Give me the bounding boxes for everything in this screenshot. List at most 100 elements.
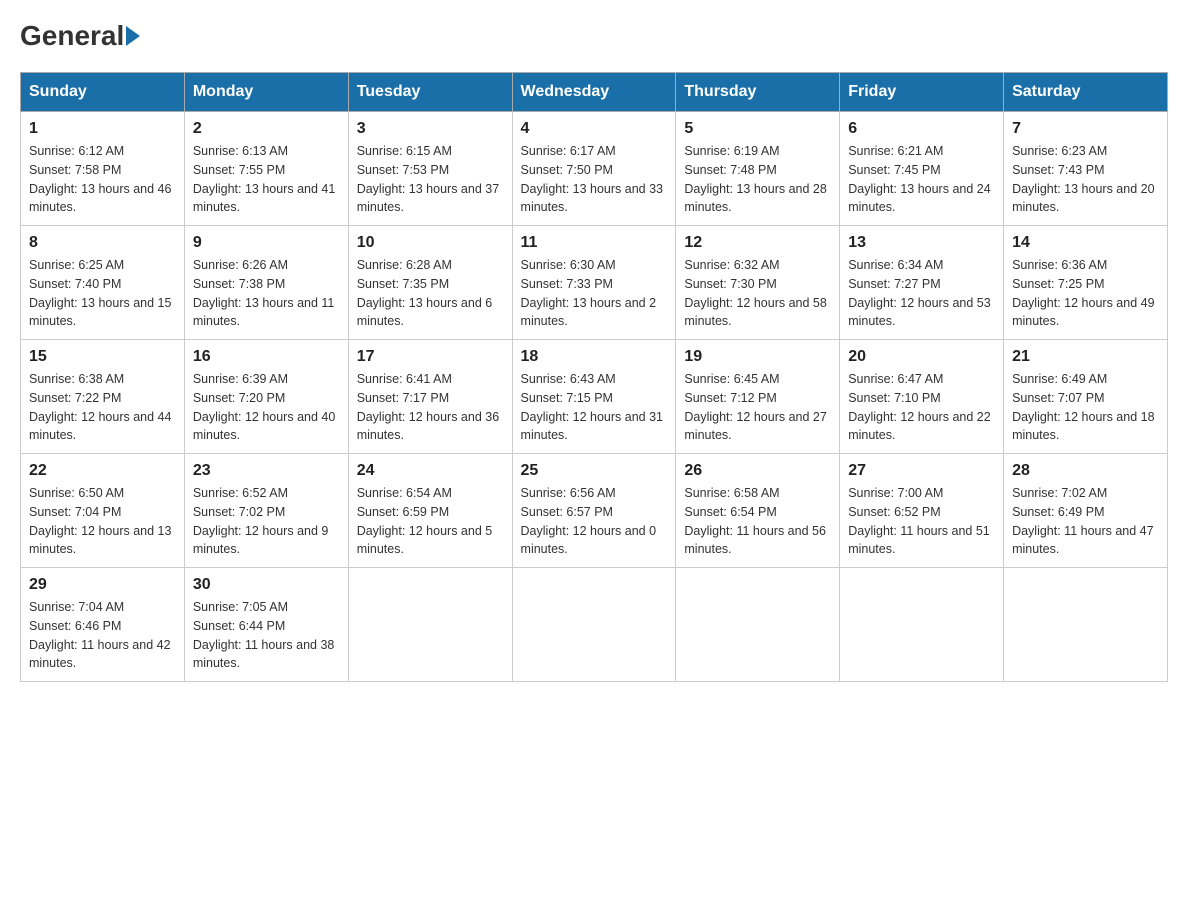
calendar-cell: 19 Sunrise: 6:45 AM Sunset: 7:12 PM Dayl…	[676, 340, 840, 454]
calendar-cell	[676, 568, 840, 682]
calendar-cell: 12 Sunrise: 6:32 AM Sunset: 7:30 PM Dayl…	[676, 226, 840, 340]
calendar-cell: 20 Sunrise: 6:47 AM Sunset: 7:10 PM Dayl…	[840, 340, 1004, 454]
day-info: Sunrise: 6:32 AM Sunset: 7:30 PM Dayligh…	[684, 256, 831, 331]
calendar-cell: 28 Sunrise: 7:02 AM Sunset: 6:49 PM Dayl…	[1004, 454, 1168, 568]
header-day-friday: Friday	[840, 73, 1004, 112]
calendar-cell: 16 Sunrise: 6:39 AM Sunset: 7:20 PM Dayl…	[184, 340, 348, 454]
day-info: Sunrise: 6:28 AM Sunset: 7:35 PM Dayligh…	[357, 256, 504, 331]
calendar-cell: 4 Sunrise: 6:17 AM Sunset: 7:50 PM Dayli…	[512, 112, 676, 226]
day-number: 2	[193, 120, 340, 138]
calendar-cell: 18 Sunrise: 6:43 AM Sunset: 7:15 PM Dayl…	[512, 340, 676, 454]
calendar-cell: 24 Sunrise: 6:54 AM Sunset: 6:59 PM Dayl…	[348, 454, 512, 568]
calendar-cell: 17 Sunrise: 6:41 AM Sunset: 7:17 PM Dayl…	[348, 340, 512, 454]
week-row-3: 15 Sunrise: 6:38 AM Sunset: 7:22 PM Dayl…	[21, 340, 1168, 454]
day-number: 15	[29, 348, 176, 366]
calendar-cell	[348, 568, 512, 682]
day-info: Sunrise: 6:52 AM Sunset: 7:02 PM Dayligh…	[193, 484, 340, 559]
day-number: 25	[521, 462, 668, 480]
day-info: Sunrise: 6:34 AM Sunset: 7:27 PM Dayligh…	[848, 256, 995, 331]
day-info: Sunrise: 6:50 AM Sunset: 7:04 PM Dayligh…	[29, 484, 176, 559]
calendar-cell: 22 Sunrise: 6:50 AM Sunset: 7:04 PM Dayl…	[21, 454, 185, 568]
week-row-5: 29 Sunrise: 7:04 AM Sunset: 6:46 PM Dayl…	[21, 568, 1168, 682]
day-info: Sunrise: 7:05 AM Sunset: 6:44 PM Dayligh…	[193, 598, 340, 673]
day-number: 23	[193, 462, 340, 480]
day-number: 17	[357, 348, 504, 366]
day-info: Sunrise: 6:36 AM Sunset: 7:25 PM Dayligh…	[1012, 256, 1159, 331]
header-row: SundayMondayTuesdayWednesdayThursdayFrid…	[21, 73, 1168, 112]
logo: General	[20, 20, 142, 52]
day-info: Sunrise: 6:23 AM Sunset: 7:43 PM Dayligh…	[1012, 142, 1159, 217]
calendar-cell: 21 Sunrise: 6:49 AM Sunset: 7:07 PM Dayl…	[1004, 340, 1168, 454]
header-day-wednesday: Wednesday	[512, 73, 676, 112]
day-info: Sunrise: 6:13 AM Sunset: 7:55 PM Dayligh…	[193, 142, 340, 217]
day-number: 16	[193, 348, 340, 366]
day-info: Sunrise: 6:43 AM Sunset: 7:15 PM Dayligh…	[521, 370, 668, 445]
calendar-cell: 1 Sunrise: 6:12 AM Sunset: 7:58 PM Dayli…	[21, 112, 185, 226]
day-number: 6	[848, 120, 995, 138]
day-number: 20	[848, 348, 995, 366]
week-row-4: 22 Sunrise: 6:50 AM Sunset: 7:04 PM Dayl…	[21, 454, 1168, 568]
day-number: 26	[684, 462, 831, 480]
week-row-2: 8 Sunrise: 6:25 AM Sunset: 7:40 PM Dayli…	[21, 226, 1168, 340]
day-info: Sunrise: 6:56 AM Sunset: 6:57 PM Dayligh…	[521, 484, 668, 559]
calendar-cell	[512, 568, 676, 682]
header-day-monday: Monday	[184, 73, 348, 112]
calendar-cell: 13 Sunrise: 6:34 AM Sunset: 7:27 PM Dayl…	[840, 226, 1004, 340]
day-info: Sunrise: 6:19 AM Sunset: 7:48 PM Dayligh…	[684, 142, 831, 217]
calendar-table: SundayMondayTuesdayWednesdayThursdayFrid…	[20, 72, 1168, 682]
header-day-sunday: Sunday	[21, 73, 185, 112]
calendar-body: 1 Sunrise: 6:12 AM Sunset: 7:58 PM Dayli…	[21, 112, 1168, 682]
day-info: Sunrise: 6:21 AM Sunset: 7:45 PM Dayligh…	[848, 142, 995, 217]
day-number: 11	[521, 234, 668, 252]
day-info: Sunrise: 6:54 AM Sunset: 6:59 PM Dayligh…	[357, 484, 504, 559]
day-info: Sunrise: 6:49 AM Sunset: 7:07 PM Dayligh…	[1012, 370, 1159, 445]
calendar-header: SundayMondayTuesdayWednesdayThursdayFrid…	[21, 73, 1168, 112]
logo-general-text: General	[20, 20, 124, 52]
day-number: 9	[193, 234, 340, 252]
day-number: 29	[29, 576, 176, 594]
day-number: 5	[684, 120, 831, 138]
day-number: 30	[193, 576, 340, 594]
day-info: Sunrise: 6:38 AM Sunset: 7:22 PM Dayligh…	[29, 370, 176, 445]
day-info: Sunrise: 6:47 AM Sunset: 7:10 PM Dayligh…	[848, 370, 995, 445]
day-info: Sunrise: 6:58 AM Sunset: 6:54 PM Dayligh…	[684, 484, 831, 559]
day-info: Sunrise: 7:02 AM Sunset: 6:49 PM Dayligh…	[1012, 484, 1159, 559]
calendar-cell: 14 Sunrise: 6:36 AM Sunset: 7:25 PM Dayl…	[1004, 226, 1168, 340]
calendar-cell: 8 Sunrise: 6:25 AM Sunset: 7:40 PM Dayli…	[21, 226, 185, 340]
day-number: 14	[1012, 234, 1159, 252]
calendar-cell: 27 Sunrise: 7:00 AM Sunset: 6:52 PM Dayl…	[840, 454, 1004, 568]
calendar-cell: 5 Sunrise: 6:19 AM Sunset: 7:48 PM Dayli…	[676, 112, 840, 226]
day-number: 27	[848, 462, 995, 480]
calendar-cell: 29 Sunrise: 7:04 AM Sunset: 6:46 PM Dayl…	[21, 568, 185, 682]
day-info: Sunrise: 6:30 AM Sunset: 7:33 PM Dayligh…	[521, 256, 668, 331]
calendar-cell: 9 Sunrise: 6:26 AM Sunset: 7:38 PM Dayli…	[184, 226, 348, 340]
logo-arrow-icon	[126, 26, 140, 46]
day-number: 3	[357, 120, 504, 138]
calendar-cell	[840, 568, 1004, 682]
calendar-cell	[1004, 568, 1168, 682]
day-number: 19	[684, 348, 831, 366]
day-info: Sunrise: 6:12 AM Sunset: 7:58 PM Dayligh…	[29, 142, 176, 217]
calendar-cell: 15 Sunrise: 6:38 AM Sunset: 7:22 PM Dayl…	[21, 340, 185, 454]
day-number: 28	[1012, 462, 1159, 480]
day-info: Sunrise: 6:39 AM Sunset: 7:20 PM Dayligh…	[193, 370, 340, 445]
calendar-cell: 11 Sunrise: 6:30 AM Sunset: 7:33 PM Dayl…	[512, 226, 676, 340]
day-number: 10	[357, 234, 504, 252]
header-day-tuesday: Tuesday	[348, 73, 512, 112]
header-day-saturday: Saturday	[1004, 73, 1168, 112]
calendar-cell: 6 Sunrise: 6:21 AM Sunset: 7:45 PM Dayli…	[840, 112, 1004, 226]
day-info: Sunrise: 6:25 AM Sunset: 7:40 PM Dayligh…	[29, 256, 176, 331]
day-number: 24	[357, 462, 504, 480]
day-number: 1	[29, 120, 176, 138]
header-day-thursday: Thursday	[676, 73, 840, 112]
page-header: General	[20, 20, 1168, 52]
day-number: 7	[1012, 120, 1159, 138]
calendar-cell: 3 Sunrise: 6:15 AM Sunset: 7:53 PM Dayli…	[348, 112, 512, 226]
day-info: Sunrise: 6:41 AM Sunset: 7:17 PM Dayligh…	[357, 370, 504, 445]
day-number: 8	[29, 234, 176, 252]
day-number: 21	[1012, 348, 1159, 366]
calendar-cell: 10 Sunrise: 6:28 AM Sunset: 7:35 PM Dayl…	[348, 226, 512, 340]
day-number: 18	[521, 348, 668, 366]
day-number: 13	[848, 234, 995, 252]
day-info: Sunrise: 7:00 AM Sunset: 6:52 PM Dayligh…	[848, 484, 995, 559]
